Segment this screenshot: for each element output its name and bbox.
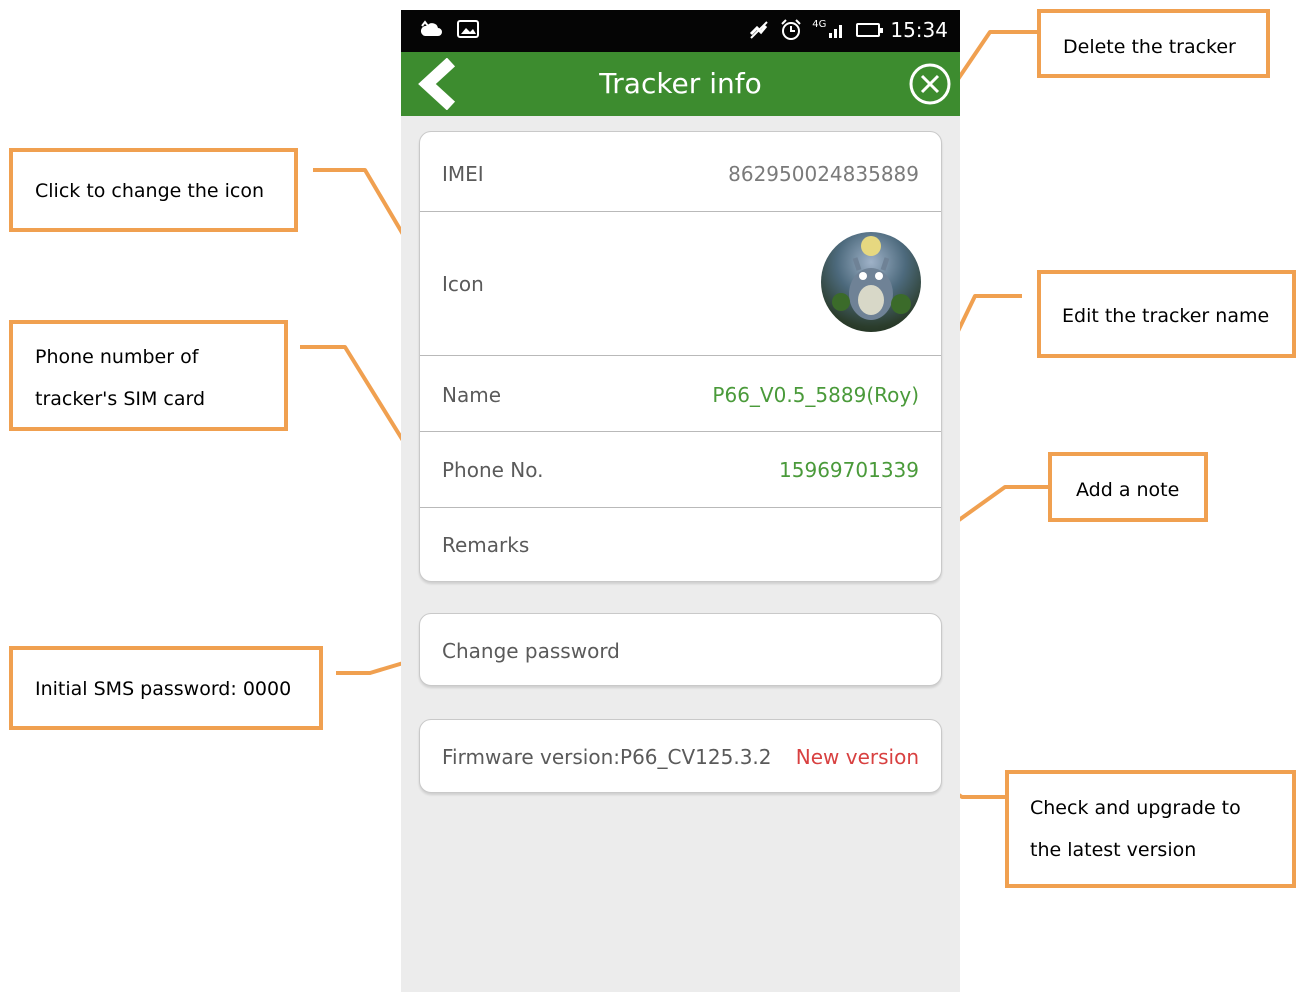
callout-phone-number: Phone number of tracker's SIM card (9, 320, 288, 431)
connector-delete (950, 30, 1037, 90)
callout-delete-tracker: Delete the tracker (1037, 9, 1270, 78)
firmware-card[interactable]: Firmware version:P66_CV125.3.2 New versi… (419, 719, 942, 793)
chevron-left-icon (418, 57, 456, 111)
status-time: 15:34 (890, 18, 948, 42)
icon-label: Icon (442, 272, 484, 296)
page-title: Tracker info (599, 67, 762, 100)
connector-add-note (943, 485, 1049, 532)
cloud-icon (420, 20, 442, 36)
imei-row: IMEI 862950024835889 (420, 132, 941, 212)
firmware-version-label: Firmware version:P66_CV125.3.2 (442, 745, 772, 769)
status-bar: 4G 15:34 (401, 10, 960, 52)
name-value: P66_V0.5_5889(Roy) (712, 383, 919, 407)
change-password-label: Change password (442, 639, 620, 663)
mute-icon (750, 21, 768, 39)
imei-label: IMEI (442, 162, 484, 186)
phone-screen: 4G 15:34 Tracker info IMEI 8629500248358… (401, 10, 960, 992)
imei-value: 862950024835889 (728, 162, 919, 186)
callout-edit-name-text: Edit the tracker name (1062, 305, 1270, 327)
callout-upgrade-line1: Check and upgrade to (1030, 797, 1241, 819)
callout-upgrade-line2: the latest version (1030, 839, 1197, 861)
delete-tracker-button[interactable] (908, 62, 952, 106)
callout-change-icon-text: Click to change the icon (35, 180, 265, 202)
icon-row[interactable]: Icon (420, 212, 941, 356)
phone-row[interactable]: Phone No. 15969701339 (420, 432, 941, 508)
avatar-image (832, 236, 911, 320)
close-circle-icon (909, 63, 951, 105)
phone-value: 15969701339 (779, 458, 919, 482)
app-bar: Tracker info (401, 52, 960, 116)
avatar[interactable] (821, 232, 921, 332)
name-row[interactable]: Name P66_V0.5_5889(Roy) (420, 356, 941, 432)
new-version-link[interactable]: New version (796, 745, 919, 769)
callout-add-note-text: Add a note (1076, 479, 1180, 501)
tracker-info-card: IMEI 862950024835889 Icon Name P66_V0.5_… (419, 131, 942, 582)
callout-sms-password-text: Initial SMS password: 0000 (35, 678, 292, 700)
change-password-card[interactable]: Change password (419, 613, 942, 686)
callout-phone-number-line2: tracker's SIM card (35, 388, 206, 410)
battery-icon (856, 23, 884, 37)
network-type: 4G (812, 18, 827, 30)
callout-edit-name: Edit the tracker name (1037, 270, 1296, 358)
callout-delete-tracker-text: Delete the tracker (1063, 36, 1236, 58)
callout-add-note: Add a note (1048, 452, 1208, 522)
remarks-row[interactable]: Remarks (420, 508, 941, 581)
callout-phone-number-line1: Phone number of (35, 346, 199, 368)
alarm-icon (781, 19, 801, 40)
callout-upgrade: Check and upgrade to the latest version (1005, 770, 1296, 888)
remarks-label: Remarks (442, 533, 530, 557)
signal-icon (829, 25, 843, 38)
name-label: Name (442, 383, 502, 407)
callout-change-icon: Click to change the icon (9, 148, 298, 232)
callout-sms-password: Initial SMS password: 0000 (9, 646, 323, 730)
image-icon (457, 20, 479, 38)
phone-label: Phone No. (442, 458, 544, 482)
back-button[interactable] (413, 57, 463, 111)
